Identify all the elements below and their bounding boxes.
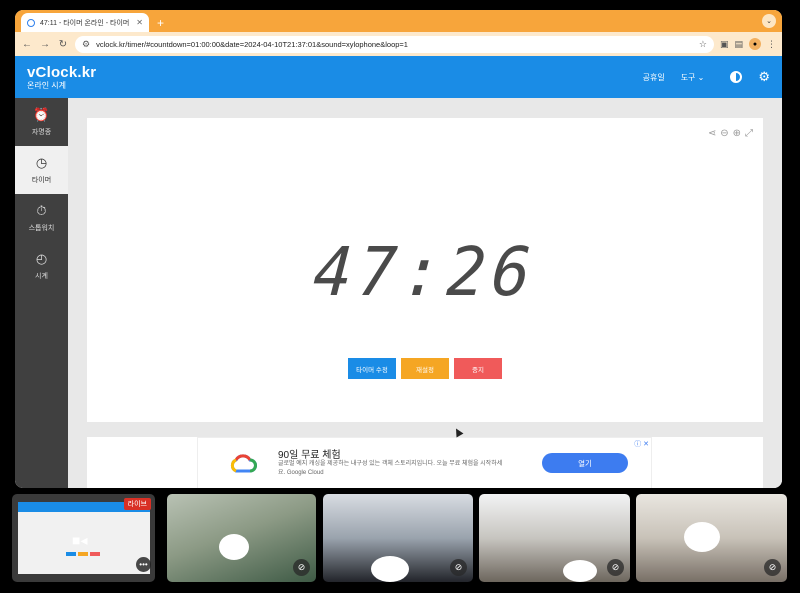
browser-window: 47:11 - 타이머 온라인 - 타이머 - ... ✕ + ⌄ ← → ↻ … (15, 10, 782, 488)
new-tab-button[interactable]: + (157, 16, 164, 30)
mic-muted-icon: ⊘ (764, 559, 781, 576)
mic-muted-icon: ⊘ (450, 559, 467, 576)
ad-open-button[interactable]: 열기 (542, 453, 628, 473)
browser-toolbar: ← → ↻ ⚙ vclock.kr/timer/#countdown=01:00… (15, 32, 782, 56)
sidebar-item-label: 타이머 (31, 177, 52, 184)
ad-description: 글로벌 예지 캐싱을 제공하는 내구성 있는 객체 스토리지입니다. 오늘 무료… (278, 461, 503, 476)
sidebar-item-clock[interactable]: ◴ 시계 (15, 242, 68, 290)
sidebar-item-timer[interactable]: ◷ 타이머 (15, 146, 68, 194)
ad-title: 90일 무료 체험 (278, 450, 341, 461)
sidebar: ⏰ 자명종 ◷ 타이머 ⏱ 스톱워치 ◴ 시계 (15, 98, 68, 488)
clock-icon: ◴ (35, 251, 48, 266)
profile-avatar-icon[interactable]: ● (749, 38, 761, 50)
ad-container: 90일 무료 체험 글로벌 예지 캐싱을 제공하는 내구성 있는 객체 스토리지… (87, 437, 763, 488)
reload-icon[interactable]: ↻ (57, 39, 69, 50)
more-options-icon[interactable]: ••• (136, 557, 151, 572)
browser-tab[interactable]: 47:11 - 타이머 온라인 - 타이머 - ... ✕ (21, 13, 149, 32)
url-text: vclock.kr/timer/#countdown=01:00:00&date… (96, 39, 408, 49)
header-nav: 공휴일 도구 ⌄ ⚙ (643, 56, 770, 98)
bookmark-star-icon[interactable]: ☆ (699, 39, 707, 50)
reset-button[interactable]: 재설정 (401, 358, 449, 379)
camera-icon: ■◂ (72, 532, 88, 548)
timer-icon: ◷ (35, 155, 48, 170)
sidebar-item-alarm[interactable]: ⏰ 자명종 (15, 98, 68, 146)
close-tab-icon[interactable]: ✕ (136, 18, 143, 27)
mic-muted-icon: ⊘ (607, 559, 624, 576)
site-header: vClock.kr 온라인 시계 공휴일 도구 ⌄ ⚙ (15, 56, 782, 98)
sidebar-item-stopwatch[interactable]: ⏱ 스톱워치 (15, 194, 68, 242)
sidebar-item-label: 자명종 (31, 129, 52, 136)
tab-title: 47:11 - 타이머 온라인 - 타이머 - ... (40, 19, 132, 27)
stop-button[interactable]: 중지 (454, 358, 502, 379)
page-content: ⏰ 자명종 ◷ 타이머 ⏱ 스톱워치 ◴ 시계 ⋖ ⊖ ⊕ ⤢ 47:26 타이… (15, 98, 782, 488)
google-cloud-logo-icon (230, 454, 257, 473)
timer-card: ⋖ ⊖ ⊕ ⤢ 47:26 타이머 수정 재설정 중지 (87, 118, 763, 422)
back-arrow-icon[interactable]: ← (21, 39, 33, 50)
site-logo[interactable]: vClock.kr 온라인 시계 (27, 65, 96, 90)
participant-tile[interactable]: ⊘ (323, 494, 473, 582)
ad-banner[interactable]: 90일 무료 체험 글로벌 예지 캐싱을 제공하는 내구성 있는 객체 스토리지… (197, 437, 652, 488)
ad-close-icon[interactable]: ⓘ ✕ (634, 439, 649, 449)
side-panel-icon[interactable]: ▤ (734, 39, 743, 50)
fullscreen-icon[interactable]: ⤢ (745, 128, 753, 139)
theme-contrast-icon[interactable] (730, 71, 743, 83)
participant-tile[interactable]: ⊘ (167, 494, 316, 582)
stopwatch-icon: ⏱ (36, 203, 47, 218)
tab-strip: 47:11 - 타이머 온라인 - 타이머 - ... ✕ + ⌄ (15, 10, 782, 32)
logo-text: vClock.kr (27, 63, 97, 81)
screen-share-tile[interactable]: 라이브 ■◂ ••• (12, 494, 155, 582)
zoom-out-icon[interactable]: ⊖ (720, 128, 728, 139)
video-participants: 라이브 ■◂ ••• ⊘ ⊘ ⊘ ⊘ (12, 494, 790, 582)
nav-tools-dropdown[interactable]: 도구 ⌄ (681, 72, 705, 83)
zoom-in-icon[interactable]: ⊕ (733, 128, 741, 139)
settings-gear-icon[interactable]: ⚙ (758, 69, 770, 85)
tab-search-chevron-icon[interactable]: ⌄ (762, 14, 776, 28)
address-bar[interactable]: ⚙ vclock.kr/timer/#countdown=01:00:00&da… (75, 35, 714, 53)
participant-tile[interactable]: ⊘ (636, 494, 787, 582)
extensions-icon[interactable]: ▣ (720, 39, 729, 50)
mic-muted-icon: ⊘ (293, 559, 310, 576)
timer-controls: 타이머 수정 재설정 중지 (87, 358, 763, 379)
browser-menu-icon[interactable]: ⋮ (767, 39, 776, 50)
live-badge: 라이브 (123, 498, 151, 510)
sidebar-item-label: 스톱워치 (28, 225, 55, 232)
share-icon[interactable]: ⋖ (708, 128, 716, 139)
alarm-clock-icon: ⏰ (33, 107, 50, 122)
logo-subtitle: 온라인 시계 (27, 80, 67, 90)
sidebar-item-label: 시계 (35, 273, 48, 280)
site-info-icon[interactable]: ⚙ (82, 39, 90, 50)
vclock-favicon-icon (27, 18, 35, 27)
edit-timer-button[interactable]: 타이머 수정 (348, 358, 396, 379)
timer-display: 47:26 (310, 234, 540, 312)
forward-arrow-icon[interactable]: → (39, 39, 51, 50)
participant-tile[interactable]: ⊘ (479, 494, 630, 582)
nav-holidays[interactable]: 공휴일 (643, 72, 665, 83)
card-tools: ⋖ ⊖ ⊕ ⤢ (708, 128, 753, 139)
